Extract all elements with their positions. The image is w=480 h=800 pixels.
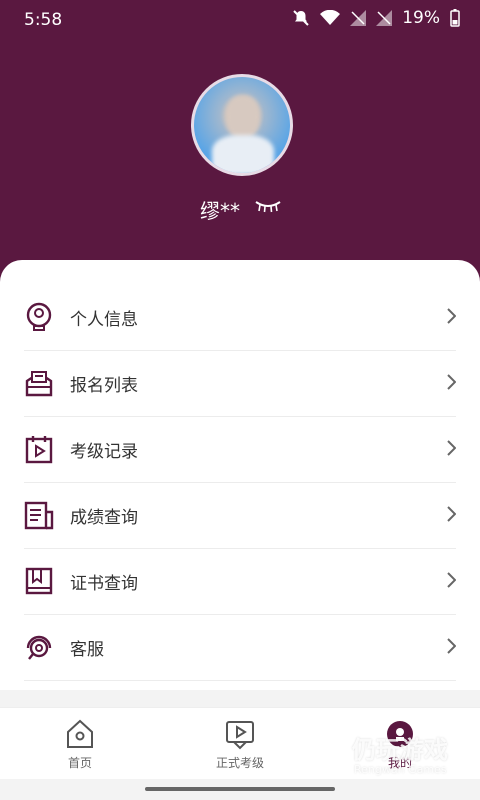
- chevron-right-icon: [447, 374, 456, 390]
- status-bar: 5:58 19%: [0, 0, 480, 40]
- chevron-right-icon: [447, 308, 456, 324]
- menu-item-personal-info[interactable]: 个人信息: [24, 284, 456, 351]
- avatar-face: [226, 95, 260, 139]
- chevron-right-icon: [447, 572, 456, 588]
- score-query-icon: [24, 501, 54, 530]
- chevron-right-icon: [447, 506, 456, 522]
- avatar[interactable]: [191, 74, 293, 176]
- menu-label: 个人信息: [70, 310, 138, 330]
- menu-label: 报名列表: [70, 376, 138, 396]
- watermark-subtext: Rengwan Games: [354, 763, 447, 776]
- menu-item-customer-service[interactable]: 客服: [24, 614, 456, 681]
- menu-label: 证书查询: [70, 574, 138, 594]
- menu-item-score-query[interactable]: 成绩查询: [24, 482, 456, 549]
- certificate-query-icon: [25, 567, 53, 595]
- no-signal-icon: [350, 10, 367, 26]
- menu-label: 考级记录: [70, 442, 138, 462]
- user-info-icon: [26, 302, 52, 331]
- home-icon: [67, 719, 93, 748]
- mute-bell-icon: [293, 10, 309, 26]
- chevron-right-icon: [447, 638, 456, 654]
- customer-service-icon: [26, 635, 52, 660]
- status-icons: 19%: [292, 8, 460, 28]
- menu-label: 成绩查询: [70, 508, 138, 528]
- exam-play-icon: [226, 721, 254, 750]
- status-time: 5:58: [24, 10, 63, 30]
- exam-record-icon: [25, 436, 53, 464]
- menu-item-exam-record[interactable]: 考级记录: [24, 416, 456, 483]
- gesture-area: [0, 779, 480, 800]
- tab-label: 正式考级: [215, 756, 264, 770]
- tab-home[interactable]: 首页: [0, 708, 160, 780]
- menu-item-registration-list[interactable]: 报名列表: [24, 350, 456, 417]
- wifi-icon: [320, 10, 341, 25]
- menu-card: 个人信息 报名列表 考级记录 成绩查询 证书查询 客服: [0, 260, 480, 710]
- username: 缪**: [200, 199, 240, 223]
- tab-label: 首页: [67, 756, 92, 770]
- watermark-text: 仍玩游戏: [352, 736, 448, 764]
- avatar-body: [212, 135, 274, 173]
- gesture-bar[interactable]: [145, 787, 335, 791]
- no-signal-icon: [376, 10, 393, 26]
- menu-item-certificate-query[interactable]: 证书查询: [24, 548, 456, 615]
- eye-closed-icon[interactable]: [254, 198, 282, 214]
- tab-formal-exam[interactable]: 正式考级: [160, 708, 320, 780]
- battery-percent: 19%: [402, 8, 440, 28]
- chevron-right-icon: [447, 440, 456, 456]
- battery-icon: [450, 9, 460, 27]
- profile-header: 5:58 19% 缪**: [0, 0, 480, 300]
- watermark: 仍玩游戏 Rengwan Games: [300, 730, 448, 776]
- menu-label: 客服: [70, 640, 104, 660]
- registration-list-icon: [25, 371, 53, 397]
